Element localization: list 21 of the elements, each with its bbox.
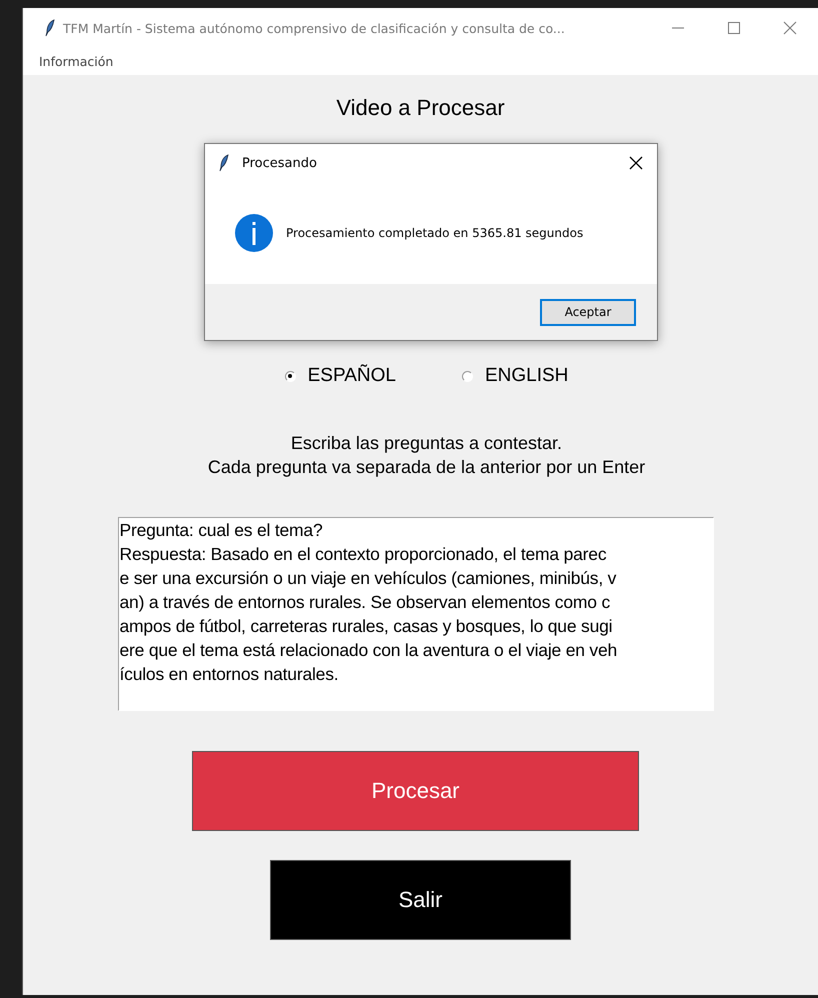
window-title: TFM Martín - Sistema autónomo comprensivo de clasificación y consulta de co... [63, 20, 566, 36]
accept-button[interactable]: Aceptar [540, 298, 636, 326]
close-icon [783, 21, 797, 35]
dialog-message: Procesamiento completado en 5365.81 segundos [286, 226, 584, 240]
language-label[interactable]: ESPAÑOL [308, 365, 396, 387]
process-button[interactable]: Procesar [192, 751, 639, 831]
instructions-text: Escriba las preguntas a contestar. Cada pregunta va separada de la anterior por un Enter [208, 432, 646, 479]
exit-button[interactable]: Salir [270, 860, 571, 940]
radio-button[interactable] [284, 370, 296, 382]
dialog-title: Procesando [242, 156, 318, 170]
language-label[interactable]: ENGLISH [484, 365, 568, 387]
feather-icon [45, 19, 55, 37]
answer-box[interactable]: Pregunta: cual es el tema? Respuesta: Basado en el contexto proporcionado, el tema parec e ser una excursión o un viaje en vehículos (camiones, minibús, v an) a través de entornos rurales. Se observan elementos como c ampos de fútbol, carreteras rurales, casas y bosques, lo que sugi ere que el tema está relacionado con la aventura o el viaje en veh ículos en entornos naturales. [118, 517, 714, 711]
maximize-icon [728, 22, 740, 34]
menu-item[interactable]: Información [39, 54, 114, 69]
heading: Video a Procesar [336, 95, 505, 121]
close-icon[interactable] [629, 156, 643, 170]
feather-icon [219, 154, 229, 172]
radio-button[interactable] [462, 370, 473, 382]
minimize-icon [672, 27, 684, 29]
info-icon [234, 213, 274, 253]
